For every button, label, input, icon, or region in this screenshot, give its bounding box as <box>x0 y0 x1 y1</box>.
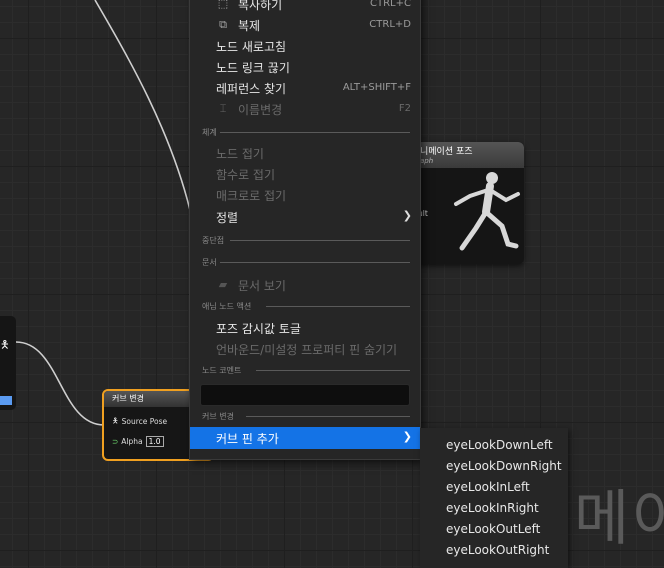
source-pose-label: Source Pose <box>121 417 168 426</box>
find-references-shortcut: ALT+SHIFT+F <box>342 82 411 93</box>
menu-item-rename[interactable]: 이름변경 <box>238 101 282 118</box>
submenu-item-eyelookdownleft[interactable]: eyeLookDownLeft <box>446 438 553 452</box>
menu-item-copy[interactable]: 복사하기 <box>238 0 282 13</box>
watermark-text: 메이 <box>574 484 664 554</box>
duplicate-shortcut: CTRL+D <box>369 19 411 30</box>
node-subtitle: aph <box>420 157 434 165</box>
section-anim-node-actions: 애님 노드 액션 <box>202 302 252 311</box>
node-title: 니메이션 포즈 <box>420 147 473 157</box>
rename-shortcut: F2 <box>398 103 411 114</box>
divider <box>246 416 410 417</box>
menu-item-break-links[interactable]: 노드 링크 끊기 <box>216 59 290 76</box>
context-menu: ⬚ 복사하기 CTRL+C ⧉ 복제 CTRL+D 노드 새로고침 노드 링크 … <box>189 0 421 460</box>
copy-icon: ⬚ <box>217 0 229 10</box>
document-icon: ▰ <box>218 278 228 291</box>
menu-item-collapse-nodes[interactable]: 노드 접기 <box>216 145 264 162</box>
pose-pin-icon: 🯅 <box>112 416 119 425</box>
menu-item-alignment[interactable]: 정렬 <box>216 209 238 226</box>
submenu-item-eyelookinright[interactable]: eyeLookInRight <box>446 501 539 515</box>
source-pose-pin[interactable]: 🯅 Source Pose <box>112 415 167 428</box>
submenu-item-eyelookoutleft[interactable]: eyeLookOutLeft <box>446 522 540 536</box>
alpha-label: Alpha <box>121 437 143 446</box>
pin-bar <box>0 396 12 405</box>
section-breakpoints: 중단점 <box>202 236 225 245</box>
chevron-right-icon: ❯ <box>402 209 412 222</box>
menu-item-view-documentation[interactable]: 문서 보기 <box>238 277 286 294</box>
alpha-pin[interactable]: ⊃ Alpha 1.0 <box>112 436 164 447</box>
chevron-right-icon: ❯ <box>402 430 412 443</box>
copy-shortcut: CTRL+C <box>370 0 411 9</box>
alpha-value-field[interactable]: 1.0 <box>145 436 164 447</box>
divider <box>256 370 410 371</box>
float-pin-icon: ⊃ <box>112 437 119 446</box>
section-organization: 체계 <box>202 128 217 137</box>
menu-item-refresh-node[interactable]: 노드 새로고침 <box>216 38 286 55</box>
submenu-item-eyelookinleft[interactable]: eyeLookInLeft <box>446 480 530 494</box>
node-comment-input[interactable] <box>200 384 410 406</box>
divider <box>220 132 410 133</box>
node-header: 니메이션 포즈 aph <box>414 142 524 168</box>
submenu-item-eyelookoutright[interactable]: eyeLookOutRight <box>446 543 549 557</box>
menu-item-duplicate[interactable]: 복제 <box>238 17 260 34</box>
rename-icon: ⌶ <box>219 102 227 115</box>
duplicate-icon: ⧉ <box>219 18 227 31</box>
section-node-comment: 노드 코멘트 <box>202 366 242 375</box>
menu-item-collapse-to-function[interactable]: 함수로 접기 <box>216 166 275 183</box>
menu-item-find-references[interactable]: 레퍼런스 찾기 <box>216 80 286 97</box>
section-documentation: 문서 <box>202 258 217 267</box>
menu-item-collapse-to-macro[interactable]: 매크로로 접기 <box>216 187 286 204</box>
divider <box>230 240 410 241</box>
mannequin-figure <box>454 172 520 251</box>
menu-item-hide-unbound-pins[interactable]: 언바운드/미설정 프로퍼티 핀 숨기기 <box>216 341 397 358</box>
menu-item-add-curve-pin[interactable]: 커브 핀 추가 <box>216 430 279 447</box>
partial-graph-node[interactable]: 🯅 <box>0 316 16 410</box>
submenu-item-eyelookdownright[interactable]: eyeLookDownRight <box>446 459 562 473</box>
divider <box>266 306 410 307</box>
divider <box>220 262 410 263</box>
menu-item-toggle-pose-watch[interactable]: 포즈 감시값 토글 <box>216 320 301 337</box>
pose-pin-icon[interactable]: 🯅 <box>0 336 10 355</box>
section-modify-curve: 커브 변경 <box>202 412 234 421</box>
curve-pin-submenu: eyeLookDownLeft eyeLookDownRight eyeLook… <box>420 428 568 568</box>
